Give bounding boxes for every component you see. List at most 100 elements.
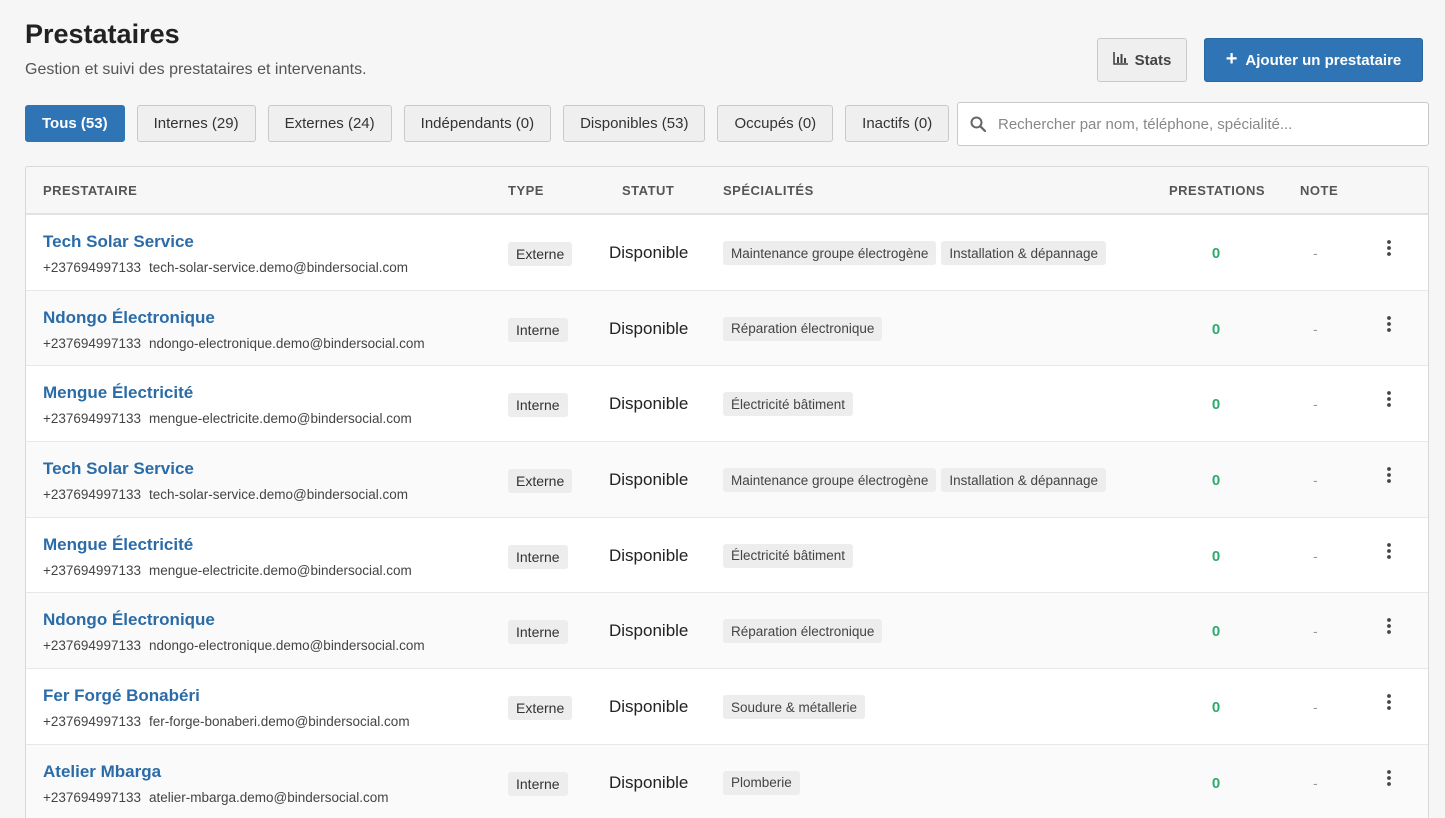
column-header-type[interactable]: TYPE	[508, 183, 544, 198]
specialty-tag: Électricité bâtiment	[723, 392, 854, 417]
filter-busy[interactable]: Occupés (0)	[717, 105, 834, 142]
prestations-count: 0	[1211, 774, 1221, 792]
rating-value: -	[1313, 547, 1318, 564]
specialty-tag: Maintenance groupe électrogène	[723, 468, 937, 493]
column-header-statut[interactable]: STATUT	[622, 183, 674, 198]
type-badge: Externe	[508, 242, 573, 266]
filter-independent[interactable]: Indépendants (0)	[403, 105, 552, 142]
provider-email: tech-solar-service.demo@bindersocial.com	[148, 487, 409, 503]
filter-inactive[interactable]: Inactifs (0)	[845, 105, 950, 142]
provider-name-link[interactable]: Tech Solar Service	[43, 232, 194, 252]
prestations-count: 0	[1211, 320, 1221, 338]
status-text: Disponible	[609, 243, 689, 262]
provider-email: ndongo-electronique.demo@bindersocial.co…	[148, 638, 425, 654]
more-vertical-icon[interactable]	[1382, 391, 1396, 415]
rating-value: -	[1313, 472, 1318, 489]
filter-external[interactable]: Externes (24)	[267, 105, 392, 142]
more-vertical-icon[interactable]	[1382, 694, 1396, 718]
providers-table: PRESTATAIRE TYPE STATUT SPÉCIALITÉS PRES…	[25, 166, 1429, 818]
provider-phone: +237694997133	[43, 562, 141, 578]
type-badge: Externe	[508, 469, 573, 494]
search-icon	[958, 116, 998, 132]
status-text: Disponible	[609, 697, 689, 717]
provider-email: atelier-mbarga.demo@bindersocial.com	[148, 789, 389, 805]
provider-name-link[interactable]: Mengue Électricité	[43, 383, 193, 403]
status-text: Disponible	[609, 318, 689, 338]
type-badge: Externe	[508, 696, 573, 721]
specialties-list: Maintenance groupe électrogène Installati…	[723, 241, 1107, 265]
more-vertical-icon[interactable]	[1382, 315, 1396, 340]
filter-internal[interactable]: Internes (29)	[136, 105, 256, 142]
stats-button-label: Stats	[1134, 51, 1172, 69]
column-header-note[interactable]: NOTE	[1300, 183, 1338, 198]
prestations-count: 0	[1211, 396, 1221, 414]
page-title: Prestataires	[25, 19, 180, 49]
bar-chart-icon	[1112, 51, 1128, 69]
add-provider-button[interactable]: + Ajouter un prestataire	[1204, 38, 1423, 82]
stats-button[interactable]: Stats	[1097, 38, 1187, 82]
specialties-list: Maintenance groupe électrogène Installati…	[723, 468, 1107, 493]
table-row: Tech Solar Service +237694997133 tech-sola…	[26, 442, 1428, 518]
type-badge: Interne	[508, 771, 568, 796]
status-text: Disponible	[609, 394, 689, 414]
provider-name-link[interactable]: Fer Forgé Bonabéri	[43, 686, 200, 706]
column-header-prestations[interactable]: PRESTATIONS	[1169, 183, 1265, 198]
provider-phone: +237694997133	[43, 714, 141, 730]
page-subtitle: Gestion et suivi des prestataires et int…	[25, 61, 367, 78]
status-text: Disponible	[609, 772, 689, 792]
status-text: Disponible	[609, 545, 689, 565]
provider-phone: +237694997133	[43, 638, 141, 654]
specialty-tag: Réparation électronique	[723, 619, 883, 644]
specialty-tag: Soudure & métallerie	[723, 695, 866, 720]
type-badge: Interne	[508, 393, 568, 418]
rating-value: -	[1313, 245, 1318, 261]
specialties-list: Électricité bâtiment	[723, 392, 854, 417]
provider-name-link[interactable]: Ndongo Électronique	[43, 610, 215, 630]
more-vertical-icon[interactable]	[1382, 240, 1396, 264]
more-vertical-icon[interactable]	[1382, 618, 1396, 642]
more-vertical-icon[interactable]	[1382, 542, 1396, 567]
more-vertical-icon[interactable]	[1382, 769, 1396, 794]
specialties-list: Électricité bâtiment	[723, 543, 854, 568]
rating-value: -	[1313, 623, 1318, 640]
more-vertical-icon[interactable]	[1382, 467, 1396, 491]
prestations-count: 0	[1211, 245, 1221, 262]
filter-all[interactable]: Tous (53)	[25, 105, 125, 142]
specialties-list: Plomberie	[723, 770, 800, 795]
table-body: Tech Solar Service +237694997133 tech-sola…	[26, 215, 1428, 818]
provider-email: mengue-electricite.demo@bindersocial.com	[148, 562, 412, 578]
filter-tabs: Tous (53) Internes (29) Externes (24) In…	[25, 105, 950, 142]
provider-email: ndongo-electronique.demo@bindersocial.co…	[148, 335, 425, 351]
table-row: Mengue Électricité +237694997133 mengue-el…	[26, 518, 1428, 594]
provider-name-link[interactable]: Ndongo Électronique	[43, 308, 215, 328]
provider-contact: +237694997133 mengue-electricite.demo@bin…	[43, 563, 412, 578]
filter-available[interactable]: Disponibles (53)	[563, 105, 706, 142]
rating-value: -	[1313, 774, 1318, 791]
table-row: Ndongo Électronique +237694997133 ndongo-e…	[26, 593, 1428, 670]
provider-phone: +237694997133	[43, 260, 141, 275]
specialties-list: Réparation électronique	[723, 316, 883, 341]
search-input[interactable]	[998, 104, 1428, 144]
table-row: Atelier Mbarga +237694997133 atelier-mbarg…	[26, 744, 1428, 818]
provider-phone: +237694997133	[43, 335, 141, 351]
provider-contact: +237694997133 ndongo-electronique.demo@bi…	[43, 336, 425, 351]
search-box	[957, 102, 1429, 146]
provider-name-link[interactable]: Tech Solar Service	[43, 459, 194, 479]
specialty-tag: Maintenance groupe électrogène	[723, 241, 937, 265]
table-row: Ndongo Électronique +237694997133 ndongo-e…	[26, 290, 1428, 367]
provider-phone: +237694997133	[43, 411, 141, 427]
prestations-count: 0	[1211, 472, 1221, 490]
specialty-tag: Installation & dépannage	[941, 468, 1107, 493]
provider-name-link[interactable]: Mengue Électricité	[43, 535, 193, 555]
specialties-list: Soudure & métallerie	[723, 695, 866, 720]
prestations-count: 0	[1211, 699, 1221, 717]
specialty-tag: Installation & dépannage	[941, 241, 1107, 265]
provider-phone: +237694997133	[43, 487, 141, 503]
table-header: PRESTATAIRE TYPE STATUT SPÉCIALITÉS PRES…	[26, 167, 1428, 215]
provider-name-link[interactable]: Atelier Mbarga	[43, 762, 161, 782]
prestations-count: 0	[1211, 623, 1221, 641]
prestations-count: 0	[1211, 547, 1221, 565]
column-header-specialites[interactable]: SPÉCIALITÉS	[723, 183, 814, 198]
column-header-prestataire[interactable]: PRESTATAIRE	[43, 183, 137, 198]
add-provider-button-label: Ajouter un prestataire	[1245, 51, 1402, 69]
